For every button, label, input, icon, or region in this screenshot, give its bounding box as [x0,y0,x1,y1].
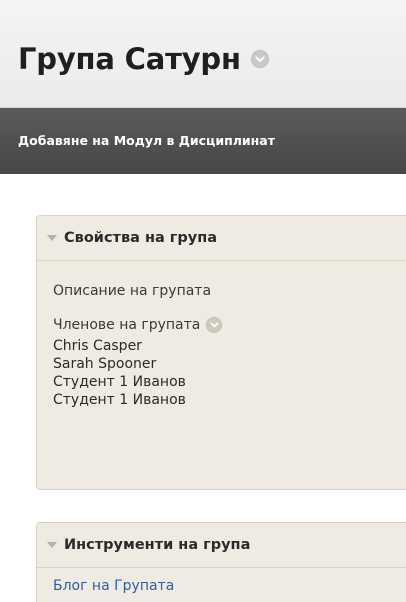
add-module-button[interactable]: Добавяне на Модул в Дисциплинат [18,133,275,148]
group-tools-panel: Инструменти на група Блог на Групата [36,522,406,602]
action-bar: Добавяне на Модул в Дисциплинат [0,108,406,174]
group-tools-header[interactable]: Инструменти на група [37,523,406,568]
members-menu-chevron-icon[interactable] [206,317,223,333]
group-blog-link[interactable]: Блог на Групата [53,578,406,594]
page-title: Група Сатурн [18,42,241,76]
member-item: Студент 1 Иванов [53,392,186,408]
group-description-label: Описание на групата [53,283,212,299]
group-members-label: Членове на групата [53,317,201,333]
chevron-down-icon [255,55,265,62]
title-menu-chevron-icon[interactable] [250,50,269,68]
group-properties-body: Описание на групата Членове на групата C… [37,283,406,409]
page-header: Група Сатурн [0,0,406,108]
members-list: Chris Casper Sarah Spooner Студент 1 Ива… [53,337,406,409]
group-tools-title: Инструменти на група [64,537,251,553]
collapse-triangle-icon [47,542,57,548]
group-members-row: Членове на групата [53,317,406,333]
member-item: Chris Casper [53,338,142,354]
collapse-triangle-icon [47,235,57,241]
group-properties-title: Свойства на група [64,230,218,246]
group-properties-header[interactable]: Свойства на група [37,216,406,261]
chevron-down-icon [210,322,219,328]
title-wrap: Група Сатурн [18,42,269,76]
group-properties-panel: Свойства на група Описание на групата Чл… [36,215,406,490]
member-item: Sarah Spooner [53,356,157,372]
member-item: Студент 1 Иванов [53,374,186,390]
group-tools-body: Блог на Групата [37,578,406,594]
group-page: Група Сатурн Добавяне на Модул в Дисципл… [0,0,406,602]
